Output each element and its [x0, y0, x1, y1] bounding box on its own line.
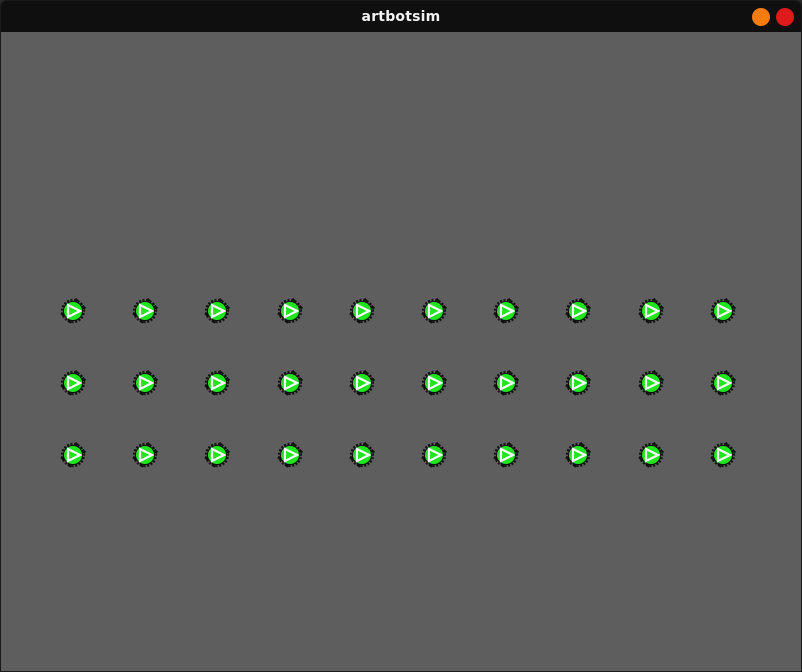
robot-2-3[interactable]	[201, 367, 233, 399]
robot-1-2[interactable]	[129, 295, 161, 327]
robot-1-6[interactable]	[418, 295, 450, 327]
robot-1-5[interactable]	[346, 295, 378, 327]
robot-1-10[interactable]	[707, 295, 739, 327]
robot-3-6[interactable]	[418, 439, 450, 471]
window-title: artbotsim	[361, 8, 441, 25]
robot-3-2[interactable]	[129, 439, 161, 471]
robot-3-3[interactable]	[201, 439, 233, 471]
robot-1-9[interactable]	[635, 295, 667, 327]
robot-2-9[interactable]	[635, 367, 667, 399]
robot-3-8[interactable]	[562, 439, 594, 471]
robot-3-10[interactable]	[707, 439, 739, 471]
robot-2-8[interactable]	[562, 367, 594, 399]
robot-2-1[interactable]	[57, 367, 89, 399]
robot-2-4[interactable]	[274, 367, 306, 399]
app-window: artbotsim	[0, 0, 802, 672]
robot-2-5[interactable]	[346, 367, 378, 399]
robot-3-4[interactable]	[274, 439, 306, 471]
robot-3-5[interactable]	[346, 439, 378, 471]
close-button[interactable]	[776, 8, 794, 26]
robot-3-1[interactable]	[57, 439, 89, 471]
robot-2-2[interactable]	[129, 367, 161, 399]
minimize-button[interactable]	[752, 8, 770, 26]
title-bar[interactable]: artbotsim	[1, 1, 801, 32]
robot-1-7[interactable]	[490, 295, 522, 327]
robot-2-7[interactable]	[490, 367, 522, 399]
simulation-canvas[interactable]	[1, 32, 801, 671]
robot-3-7[interactable]	[490, 439, 522, 471]
robot-1-8[interactable]	[562, 295, 594, 327]
robot-1-1[interactable]	[57, 295, 89, 327]
robot-1-4[interactable]	[274, 295, 306, 327]
robot-3-9[interactable]	[635, 439, 667, 471]
robot-2-6[interactable]	[418, 367, 450, 399]
robot-2-10[interactable]	[707, 367, 739, 399]
robot-1-3[interactable]	[201, 295, 233, 327]
